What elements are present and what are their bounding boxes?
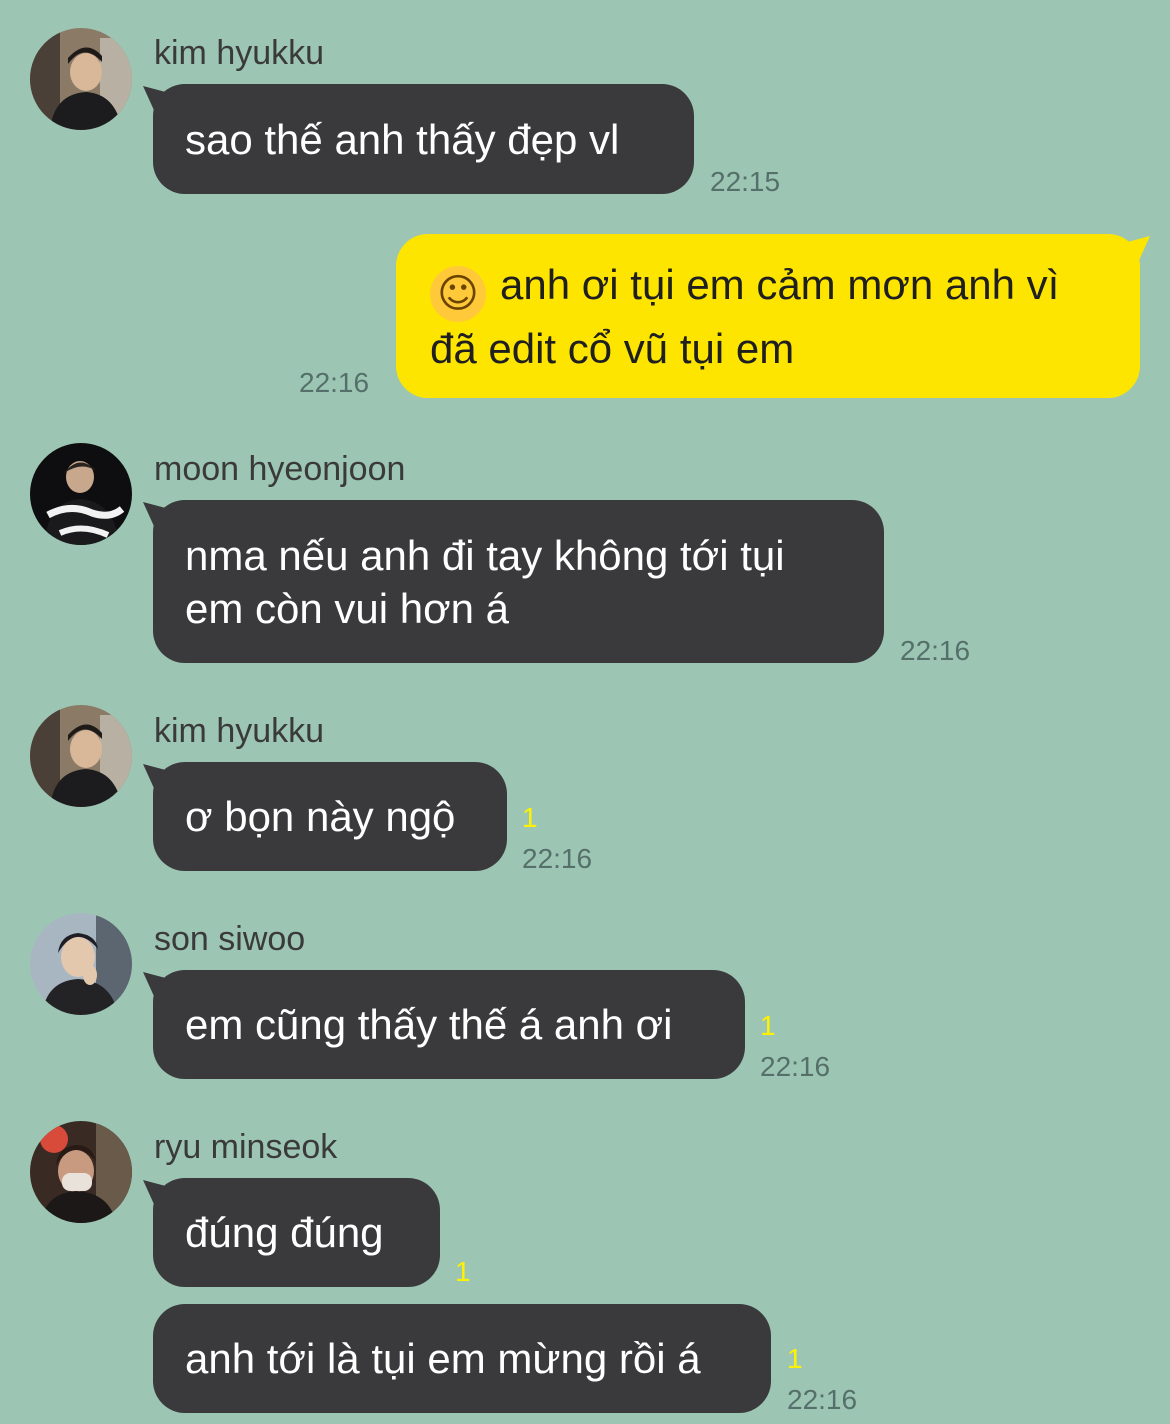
message-time: 22:16	[760, 1051, 831, 1082]
message-text: ơ bọn này ngộ	[185, 793, 456, 840]
message-bubble[interactable]: em cũng thấy thế á anh ơi	[153, 970, 745, 1079]
my-message-bubble[interactable]: ☺ anh ơi tụi em cảm mơn anh vì đã edit cổ…	[396, 234, 1140, 398]
unread-count-badge: 1	[760, 1010, 776, 1041]
message-bubble[interactable]: anh tới là tụi em mừng rồi á	[153, 1304, 771, 1413]
message-time: 22:16	[522, 843, 593, 874]
message-time: 22:16	[299, 367, 370, 398]
unread-count-badge: 1	[455, 1256, 471, 1287]
sender-name: kim hyukku	[154, 34, 325, 72]
message-time: 22:16	[900, 635, 971, 666]
message-text: anh tới là tụi em mừng rồi á	[185, 1335, 701, 1382]
avatar-moon-hyeonjoon[interactable]	[30, 443, 132, 545]
avatar-kim-hyukku[interactable]	[30, 705, 132, 807]
message-bubble[interactable]: nma nếu anh đi tay không tới tụi em còn …	[153, 500, 884, 663]
message-text: em cũng thấy thế á anh ơi	[185, 1001, 673, 1048]
smiling-face-emoji-icon: ☺	[430, 265, 486, 322]
unread-count-badge: 1	[522, 802, 538, 833]
message-text: nma nếu anh đi tay không tới tụi em còn …	[185, 531, 785, 632]
message-time: 22:16	[787, 1384, 858, 1415]
message-time: 22:15	[710, 166, 781, 197]
unread-count-badge: 1	[787, 1343, 803, 1374]
message-bubble[interactable]: ơ bọn này ngộ	[153, 762, 507, 871]
message-bubble[interactable]: đúng đúng	[153, 1178, 440, 1287]
message-text: đúng đúng	[185, 1209, 384, 1256]
message-text: sao thế anh thấy đẹp vl	[185, 115, 620, 163]
sender-name: kim hyukku	[154, 712, 325, 750]
message-text-body: anh ơi tụi em cảm mơn anh vì đã edit cổ …	[430, 260, 1060, 372]
avatar-son-siwoo[interactable]	[30, 913, 132, 1015]
message-bubble[interactable]: sao thế anh thấy đẹp vl	[153, 84, 694, 194]
sender-name: ryu minseok	[154, 1128, 338, 1166]
avatar-ryu-minseok[interactable]	[30, 1121, 132, 1223]
avatar-kim-hyukku[interactable]	[30, 28, 132, 130]
sender-name: son siwoo	[154, 920, 306, 958]
message-text: ☺ anh ơi tụi em cảm mơn anh vì đã edit cổ…	[430, 258, 1106, 375]
sender-name: moon hyeonjoon	[154, 450, 406, 488]
